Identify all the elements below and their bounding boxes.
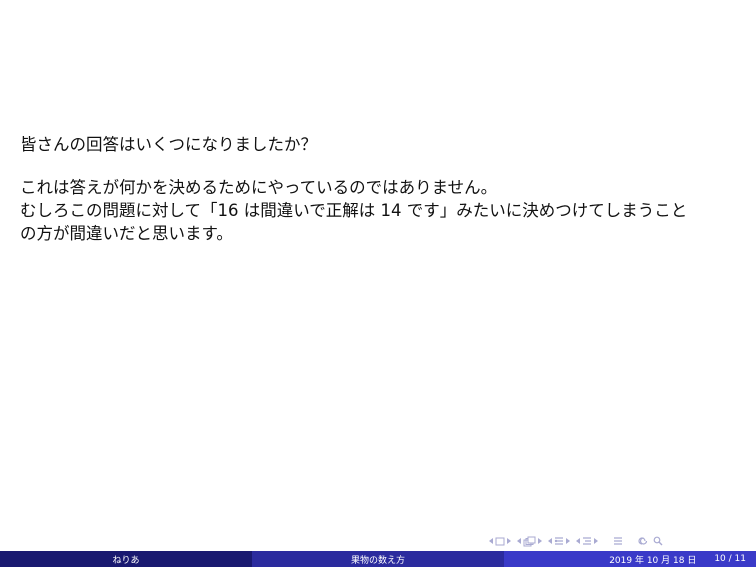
footline: ねりあ 果物の数え方 2019 年 10 月 18 日 10 / 11 bbox=[0, 551, 756, 567]
search-icon[interactable] bbox=[653, 536, 663, 546]
prev-frame-arrow-icon[interactable] bbox=[516, 537, 522, 545]
footline-date-page: 2019 年 10 月 18 日 10 / 11 bbox=[504, 551, 756, 567]
prev-slide-arrow-icon[interactable] bbox=[488, 537, 494, 545]
next-subsection-arrow-icon[interactable] bbox=[565, 537, 571, 545]
prev-section-arrow-icon[interactable] bbox=[575, 537, 581, 545]
navigation-symbols bbox=[488, 534, 663, 548]
subsection-nav-group bbox=[547, 536, 571, 546]
slide-icon[interactable] bbox=[495, 537, 505, 546]
author-text: ねりあ bbox=[112, 555, 140, 566]
prev-subsection-arrow-icon[interactable] bbox=[547, 537, 553, 545]
next-frame-arrow-icon[interactable] bbox=[537, 537, 543, 545]
paragraph-line-3: の方が間違いだと思います。 bbox=[20, 224, 233, 243]
question-text: 皆さんの回答はいくつになりましたか？ bbox=[20, 135, 317, 154]
footline-title: 果物の数え方 bbox=[252, 551, 504, 567]
document-icon[interactable] bbox=[613, 536, 623, 546]
slide-nav-group bbox=[488, 537, 512, 546]
page-number: 10 / 11 bbox=[714, 554, 746, 564]
footline-author: ねりあ bbox=[0, 551, 252, 567]
frame-icon[interactable] bbox=[523, 536, 536, 547]
back-icon[interactable] bbox=[637, 536, 649, 546]
paragraph-line-1: これは答えが何かを決めるためにやっているのではありません。 bbox=[20, 178, 498, 197]
frame-nav-group bbox=[516, 536, 543, 547]
date-text: 2019 年 10 月 18 日 bbox=[609, 555, 697, 566]
section-icon[interactable] bbox=[582, 536, 592, 546]
next-slide-arrow-icon[interactable] bbox=[506, 537, 512, 545]
subsection-icon[interactable] bbox=[554, 536, 564, 546]
slide: 皆さんの回答はいくつになりましたか？ これは答えが何かを決めるためにやっているの… bbox=[0, 0, 756, 567]
short-title-text: 果物の数え方 bbox=[350, 555, 405, 566]
section-nav-group bbox=[575, 536, 599, 546]
slide-body: 皆さんの回答はいくつになりましたか？ これは答えが何かを決めるためにやっているの… bbox=[20, 133, 740, 245]
next-section-arrow-icon[interactable] bbox=[593, 537, 599, 545]
paragraph-line-2: むしろこの問題に対して「16 は間違いで正解は 14 です」みたいに決めつけてし… bbox=[20, 201, 688, 220]
